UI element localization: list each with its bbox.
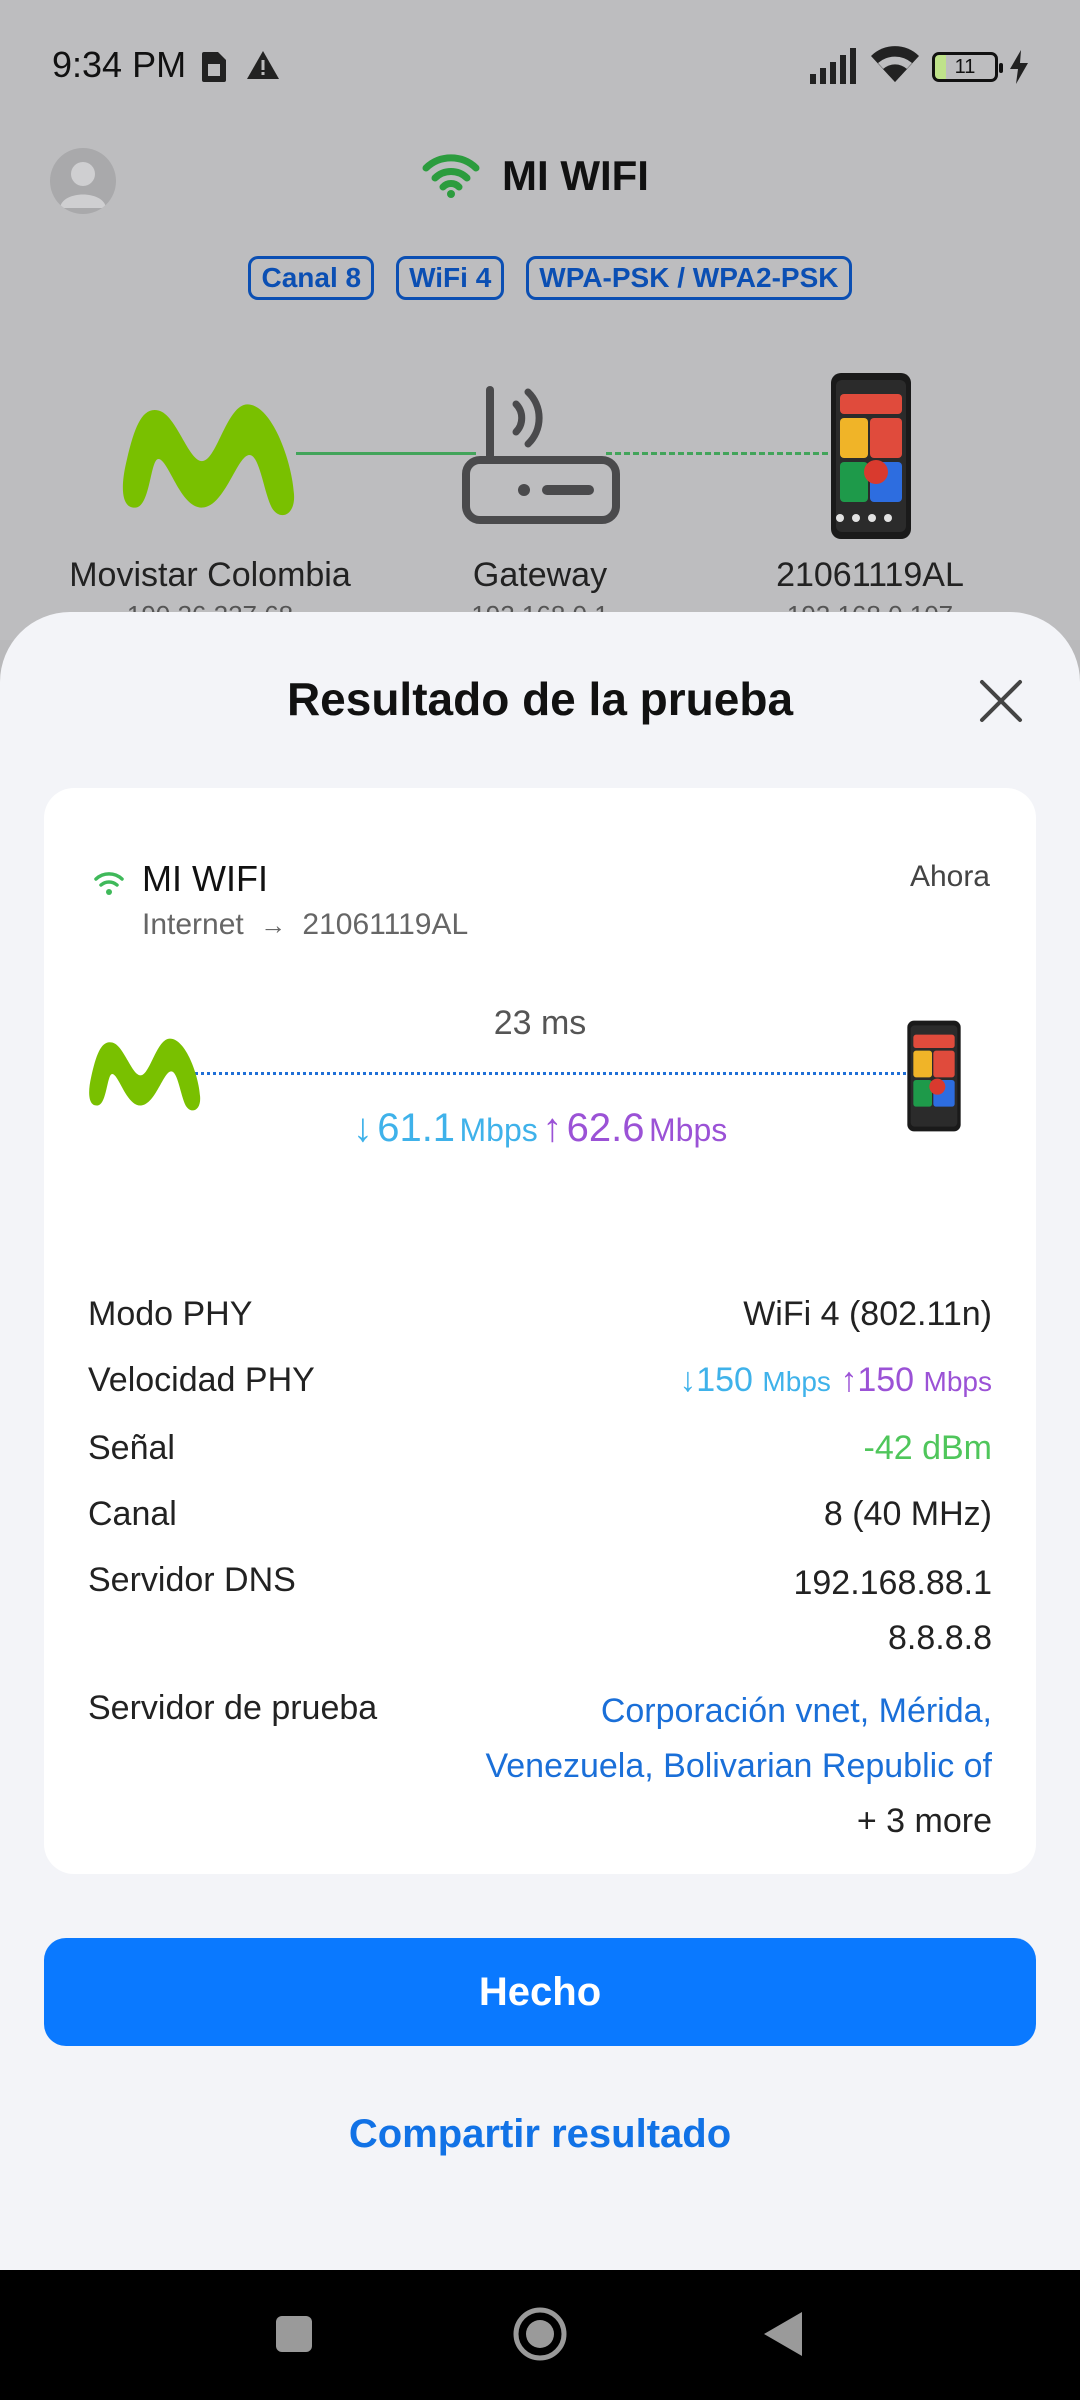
phy-down-unit: Mbps [762, 1366, 831, 1397]
download-arrow-icon: ↓ [352, 1106, 373, 1150]
dns-values: 192.168.88.1 8.8.8.8 [793, 1556, 992, 1666]
detail-row-signal: Señal -42 dBm [88, 1424, 992, 1472]
isp-label: Movistar Colombia [69, 556, 351, 594]
wifi-icon [94, 872, 124, 895]
channel-tag: Canal 8 [248, 256, 375, 300]
phy-down-arrow-icon: ↓ [679, 1361, 697, 1399]
speed-results: ↓ 61.1 Mbps ↑ 62.6 Mbps [44, 1106, 1036, 1151]
channel-label: Canal [88, 1495, 177, 1533]
test-server-link-line2[interactable]: Venezuela, Bolivarian Republic of [485, 1739, 992, 1794]
download-value: 61.1 [377, 1106, 456, 1150]
phy-up-unit: Mbps [923, 1366, 992, 1397]
phy-mode-value: WiFi 4 (802.11n) [743, 1295, 992, 1333]
result-card: MI WIFI Ahora Internet → 21061119AL 23 m… [44, 788, 1036, 1874]
status-bar: 9:34 PM 11 [0, 0, 1080, 130]
details-list: Modo PHY WiFi 4 (802.11n) Velocidad PHY … [88, 1290, 992, 1867]
detail-row-dns: Servidor DNS 192.168.88.1 8.8.8.8 [88, 1556, 992, 1666]
home-circle-icon[interactable] [512, 2306, 568, 2362]
battery-level: 11 [954, 55, 976, 78]
test-result-sheet: Resultado de la prueba MI WIFI Ahora Int… [0, 612, 1080, 2270]
wifi-icon [871, 46, 919, 82]
back-triangle-icon[interactable] [762, 2310, 804, 2358]
phy-mode-label: Modo PHY [88, 1295, 253, 1333]
download-unit: Mbps [459, 1112, 538, 1148]
wifi-icon [422, 154, 480, 198]
upload-value: 62.6 [566, 1106, 645, 1150]
card-ssid: MI WIFI [142, 858, 268, 899]
detail-row-phy-speed: Velocidad PHY ↓150 Mbps ↑150 Mbps [88, 1356, 992, 1406]
path-arrow: → [260, 910, 287, 940]
path-to: 21061119AL [302, 908, 469, 941]
detail-row-channel: Canal 8 (40 MHz) [88, 1490, 992, 1538]
user-icon [60, 162, 106, 208]
test-server-values: Corporación vnet, Mérida, Venezuela, Bol… [485, 1684, 992, 1849]
phy-speed-value: ↓150 Mbps ↑150 Mbps [679, 1356, 992, 1406]
sim-card-icon [202, 52, 226, 82]
avatar[interactable] [50, 148, 116, 214]
dns-secondary: 8.8.8.8 [888, 1619, 992, 1657]
phone-device-icon [831, 373, 911, 539]
test-path: Internet → 21061119AL [142, 908, 468, 942]
background-app: 9:34 PM 11 MI WIFI Canal 8 WiFi 4 WPA-PS… [0, 0, 1080, 640]
security-tag: WPA-PSK / WPA2-PSK [526, 256, 852, 300]
close-icon[interactable] [974, 674, 1028, 728]
network-tags: Canal 8 WiFi 4 WPA-PSK / WPA2-PSK [0, 256, 1080, 300]
movistar-logo-icon [122, 404, 295, 516]
status-time: 9:34 PM [52, 44, 187, 85]
recents-square-icon[interactable] [274, 2314, 314, 2354]
test-connection-line [190, 1072, 912, 1075]
share-result-button[interactable]: Compartir resultado [0, 2112, 1080, 2157]
device-label: 21061119AL [776, 556, 964, 594]
battery-icon: 11 [932, 52, 1003, 82]
router-icon [462, 386, 620, 524]
channel-value: 8 (40 MHz) [823, 1495, 992, 1533]
test-server-label: Servidor de prueba [88, 1689, 378, 1727]
sheet-title: Resultado de la prueba [286, 673, 794, 725]
phy-up-arrow-icon: ↑ [840, 1361, 858, 1399]
test-server-more[interactable]: + 3 more [485, 1794, 992, 1849]
phy-speed-label: Velocidad PHY [88, 1361, 315, 1399]
upload-unit: Mbps [648, 1112, 728, 1148]
upload-arrow-icon: ↑ [542, 1106, 563, 1150]
path-from: Internet [142, 908, 244, 941]
gateway-label: Gateway [472, 556, 608, 594]
navigation-bar [0, 2270, 1080, 2400]
warning-icon [247, 51, 279, 79]
charging-bolt-icon [1010, 50, 1028, 84]
phy-down-value: 150 [696, 1361, 753, 1399]
card-timestamp: Ahora [909, 860, 990, 893]
test-server-link-line1[interactable]: Corporación vnet, Mérida, [485, 1684, 992, 1739]
network-title: MI WIFI [502, 152, 649, 199]
connection-line-wired [296, 452, 476, 455]
detail-row-test-server: Servidor de prueba Corporación vnet, Mér… [88, 1684, 992, 1849]
done-button[interactable]: Hecho [44, 1938, 1036, 2046]
detail-row-phy-mode: Modo PHY WiFi 4 (802.11n) [88, 1290, 992, 1338]
network-topology: Movistar Colombia Gateway 21061119AL 190… [0, 360, 1080, 640]
wifi-standard-tag: WiFi 4 [396, 256, 505, 300]
signal-icon [810, 48, 856, 84]
signal-value: -42 dBm [863, 1429, 993, 1467]
connection-line-wireless [606, 452, 828, 455]
dns-primary: 192.168.88.1 [793, 1564, 992, 1602]
signal-label: Señal [88, 1429, 175, 1467]
phy-up-value: 150 [857, 1361, 915, 1399]
dns-label: Servidor DNS [88, 1561, 296, 1599]
